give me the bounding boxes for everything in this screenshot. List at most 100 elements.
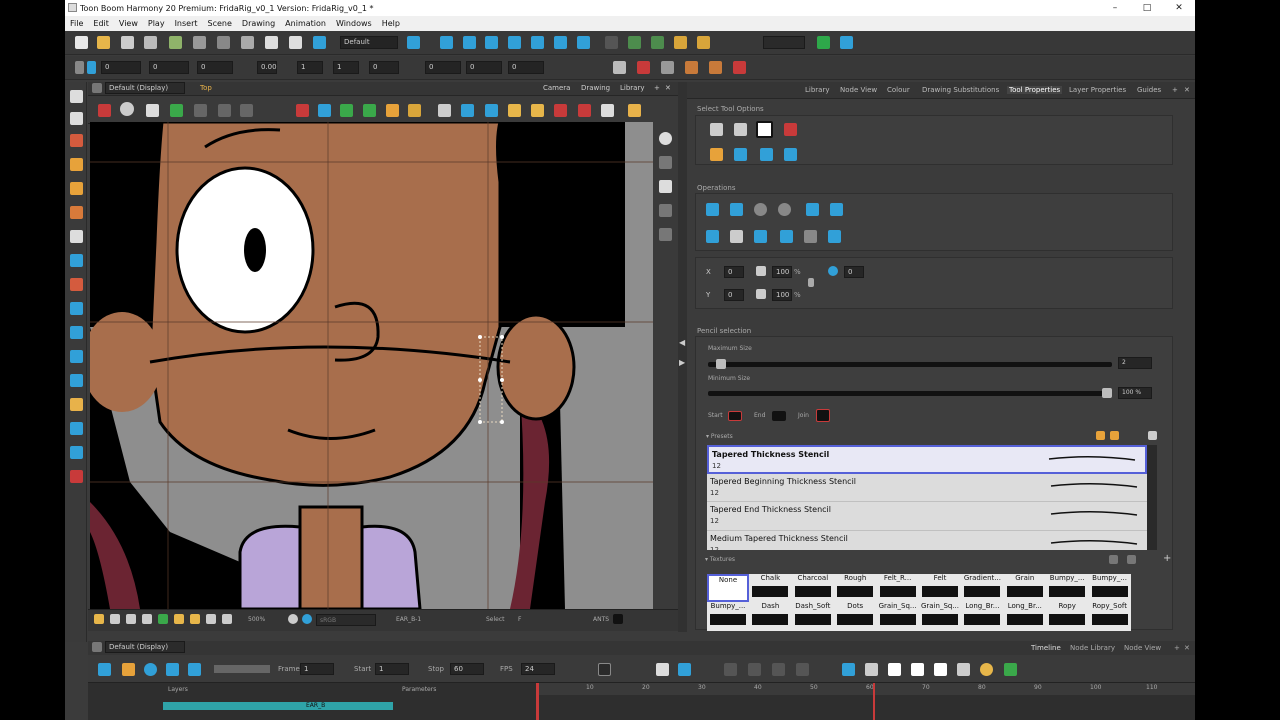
reset-icon[interactable] <box>685 61 698 74</box>
tab-node-view[interactable]: Node View <box>840 86 877 94</box>
sync-icon[interactable] <box>407 36 420 49</box>
preset-item[interactable]: Tapered End Thickness Stencil 12 <box>707 502 1147 531</box>
text-icon[interactable] <box>70 230 83 243</box>
add-tab-icon[interactable]: + <box>654 84 660 92</box>
export-icon[interactable] <box>840 36 853 49</box>
layer-stack-icon[interactable] <box>659 156 672 169</box>
import-icon[interactable] <box>169 36 182 49</box>
snap-magnet-icon[interactable] <box>756 121 773 138</box>
texture-add-icon[interactable]: + <box>1163 553 1171 564</box>
safe-area-icon[interactable] <box>697 36 710 49</box>
key-exposure-icon[interactable] <box>911 663 924 676</box>
pen-icon[interactable] <box>70 446 83 459</box>
status-b-icon[interactable] <box>126 614 136 624</box>
preset-item[interactable]: Medium Tapered Thickness Stencil 12 <box>707 531 1147 550</box>
maximum-size-track[interactable] <box>708 359 1112 369</box>
status-bolt-icon[interactable] <box>190 614 200 624</box>
blue-b-icon[interactable] <box>318 104 331 117</box>
pivot-x-field[interactable]: 0 <box>425 61 461 74</box>
playhead[interactable] <box>536 683 539 720</box>
start-cap-icon[interactable] <box>728 411 742 421</box>
texture-item[interactable]: Chalk <box>749 574 791 602</box>
key-icon[interactable] <box>678 663 691 676</box>
playback-speed-slider[interactable] <box>214 665 270 673</box>
pencil-to-brush-icon[interactable] <box>828 230 841 243</box>
redo-icon[interactable] <box>217 36 230 49</box>
tab-drawing[interactable]: Drawing <box>581 84 610 92</box>
menu-play[interactable]: Play <box>143 19 170 28</box>
minimum-size-field[interactable]: 100 % <box>1118 387 1152 399</box>
texture-item[interactable]: None <box>707 574 749 602</box>
hand-icon[interactable] <box>70 350 83 363</box>
menu-insert[interactable]: Insert <box>170 19 203 28</box>
copy-icon[interactable] <box>265 36 278 49</box>
menu-windows[interactable]: Windows <box>331 19 377 28</box>
no-snap-icon[interactable] <box>784 123 797 136</box>
x-field[interactable]: 0 <box>101 61 141 74</box>
x-position-field[interactable]: 0 <box>724 266 744 278</box>
menu-scene[interactable]: Scene <box>203 19 237 28</box>
play-selection-icon[interactable] <box>122 663 135 676</box>
cut-icon[interactable] <box>241 36 254 49</box>
save-as-icon[interactable] <box>144 36 157 49</box>
tab-node-view-bottom[interactable]: Node View <box>1124 644 1161 652</box>
status-c-icon[interactable] <box>142 614 152 624</box>
skew-icon[interactable] <box>531 36 544 49</box>
smooth-op-icon[interactable] <box>806 203 819 216</box>
preset-item[interactable]: Tapered Beginning Thickness Stencil 12 <box>707 474 1147 502</box>
preset-menu-icon[interactable] <box>1148 431 1157 440</box>
optimize-icon[interactable] <box>804 230 817 243</box>
store-icon[interactable] <box>754 230 767 243</box>
panel-splitter[interactable]: ◀ ▶ <box>678 82 687 632</box>
onion-skin-icon[interactable] <box>98 104 111 117</box>
reshape-icon[interactable] <box>780 230 793 243</box>
bulb-icon[interactable] <box>94 614 104 624</box>
new-scene-icon[interactable] <box>75 36 88 49</box>
empty-field[interactable] <box>763 36 805 49</box>
texture-item[interactable]: Bumpy_... <box>1046 574 1088 602</box>
flip-vertical-icon[interactable] <box>730 203 743 216</box>
line-style-icon[interactable] <box>598 663 611 676</box>
undo-icon[interactable] <box>193 36 206 49</box>
grid-icon[interactable] <box>438 104 451 117</box>
scale-icon[interactable] <box>508 36 521 49</box>
menu-edit[interactable]: Edit <box>88 19 114 28</box>
expand-icon[interactable] <box>957 663 970 676</box>
distribute-icon[interactable] <box>830 203 843 216</box>
texture-item[interactable]: Felt <box>919 574 961 602</box>
tab-library[interactable]: Library <box>620 84 644 92</box>
unlock-icon[interactable] <box>531 104 544 117</box>
status-f-icon[interactable] <box>222 614 232 624</box>
transform-icon[interactable] <box>440 36 453 49</box>
texture-item[interactable]: Bumpy_... <box>1089 574 1131 602</box>
rg-icon[interactable] <box>386 104 399 117</box>
texture-item[interactable]: Grain_Sq... <box>877 602 919 630</box>
maximum-size-field[interactable]: 2 <box>1118 357 1152 369</box>
render-icon[interactable] <box>288 614 298 624</box>
skew-field[interactable]: 0 <box>369 61 399 74</box>
brush-icon[interactable] <box>70 134 83 147</box>
texture-item[interactable]: Rough <box>834 574 876 602</box>
layer-stack-2-icon[interactable] <box>659 204 672 217</box>
create-icon[interactable] <box>730 230 743 243</box>
clone-icon[interactable] <box>865 663 878 676</box>
rename-preset-icon[interactable] <box>1110 431 1119 440</box>
function-icon[interactable] <box>661 61 674 74</box>
tab-colour[interactable]: Colour <box>887 86 910 94</box>
tab-layer-properties[interactable]: Layer Properties <box>1069 86 1126 94</box>
rotate-ccw-icon[interactable] <box>778 203 791 216</box>
camera-viewport[interactable] <box>90 122 653 609</box>
gear-effect-icon[interactable] <box>980 663 993 676</box>
select-frames-icon[interactable] <box>734 148 747 161</box>
status-d-icon[interactable] <box>158 614 168 624</box>
view-menu-icon[interactable] <box>92 83 102 93</box>
timeline-display-select[interactable]: Default (Display) <box>105 641 185 653</box>
add-panel-tab-icon[interactable]: + <box>1172 86 1178 94</box>
height-field[interactable]: 100 <box>772 289 792 301</box>
fps-field[interactable]: 24 <box>521 663 555 675</box>
blank-frame-icon[interactable] <box>934 663 947 676</box>
symbol-icon[interactable] <box>601 104 614 117</box>
grid-red-icon[interactable] <box>637 61 650 74</box>
texture-item[interactable]: Dash_Soft <box>792 602 834 630</box>
minimum-size-track[interactable] <box>708 388 1112 398</box>
